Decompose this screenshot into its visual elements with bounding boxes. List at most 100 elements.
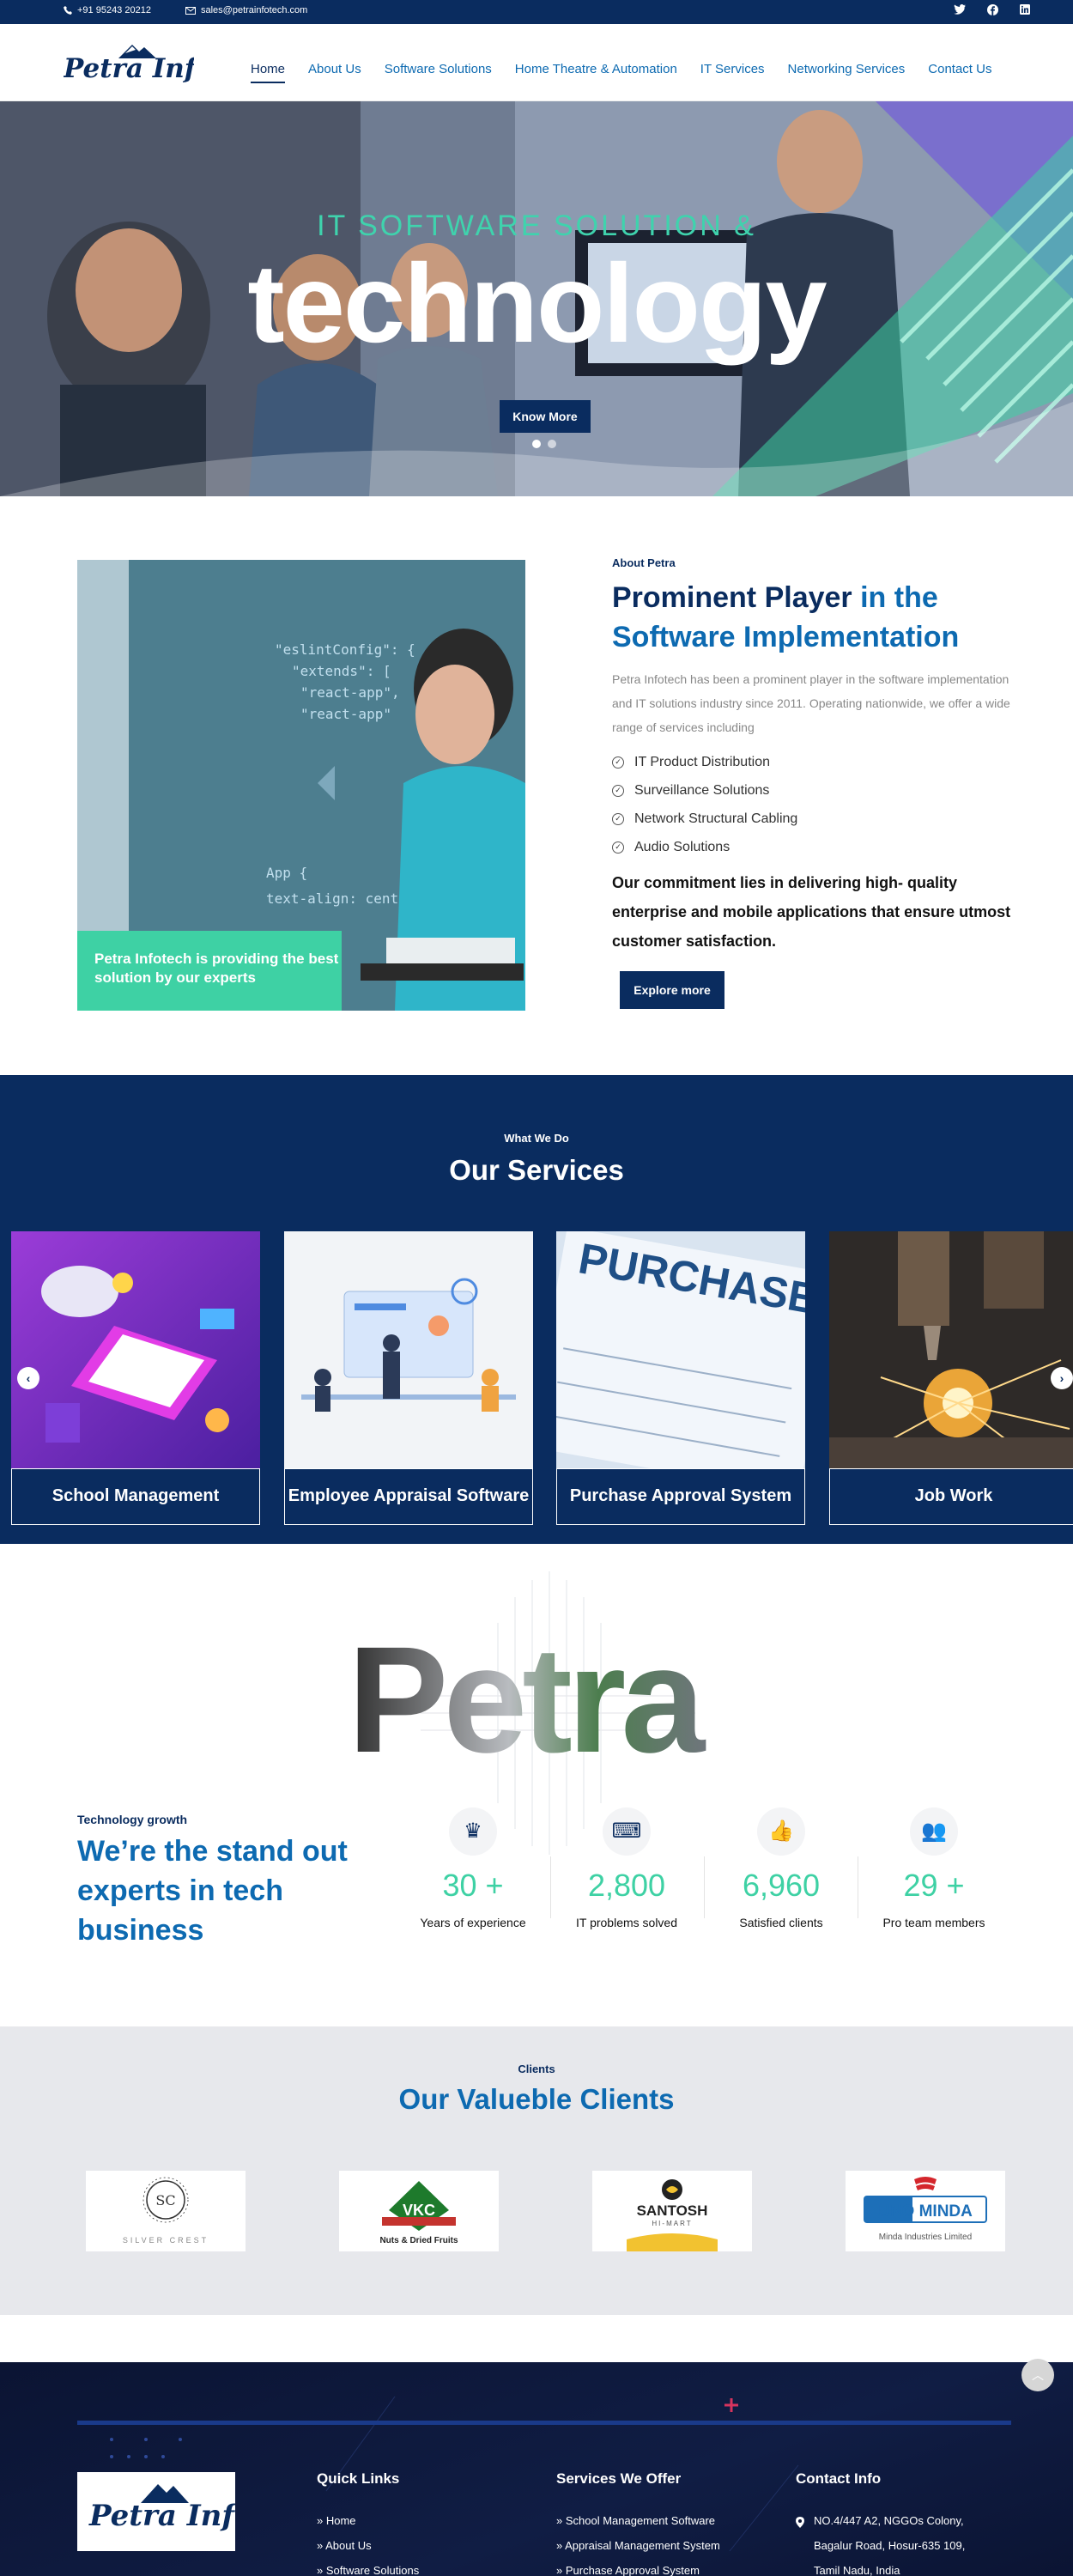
footer-link-about[interactable]: » About Us bbox=[317, 2533, 419, 2558]
slider-dot-2[interactable] bbox=[548, 440, 556, 448]
svg-text:Petra Infotech: Petra Infotech bbox=[88, 2499, 235, 2533]
svg-text:Petra: Petra bbox=[348, 1638, 706, 1767]
footer-link-software[interactable]: » Software Solutions bbox=[317, 2558, 419, 2576]
list-item: ✓ Audio Solutions bbox=[612, 833, 1015, 861]
code-laptop-icon: ⌨ bbox=[603, 1807, 651, 1856]
service-card-purchase-approval[interactable]: PURCHASE ORDER Purchase Approval System bbox=[528, 1226, 985, 1525]
footer-link-school[interactable]: » School Management Software bbox=[556, 2508, 720, 2533]
clients-title: Our Valueble Clients bbox=[398, 2083, 675, 2115]
stat-team: 👥 29 + Pro team members bbox=[865, 1807, 1003, 1929]
know-more-button[interactable]: Know More bbox=[500, 400, 591, 433]
explore-more-button[interactable]: Explore more bbox=[620, 971, 724, 1009]
services-offer-title: Services We Offer bbox=[556, 2470, 682, 2487]
thumbs-up-icon: 👍 bbox=[757, 1807, 805, 1856]
nav-contact-us[interactable]: Contact Us bbox=[928, 62, 991, 83]
footer-link-appraisal[interactable]: » Appraisal Management System bbox=[556, 2533, 720, 2558]
about-heading: Prominent Player in the Software Impleme… bbox=[612, 578, 1015, 657]
footer-link-label: About Us bbox=[325, 2539, 372, 2552]
nav-software-solutions[interactable]: Software Solutions bbox=[385, 62, 492, 83]
list-item: ✓ Network Structural Cabling bbox=[612, 805, 1015, 833]
services-section: What We Do Our Services School Managemen… bbox=[0, 1075, 1073, 1544]
client-logo-silver-crest: SC SILVER CREST bbox=[86, 2171, 246, 2251]
phone-icon bbox=[64, 6, 72, 15]
mail-icon bbox=[185, 6, 196, 15]
address-line: NO.4/447 A2, NGGOs Colony, bbox=[814, 2514, 964, 2527]
clients-kicker: Clients bbox=[518, 2063, 555, 2075]
check-circle-icon: ✓ bbox=[612, 812, 624, 825]
nav-networking-services[interactable]: Networking Services bbox=[788, 62, 906, 83]
about-kicker: About Petra bbox=[612, 556, 676, 569]
site-footer: Petra Infotech Quick Links » Home » Abou… bbox=[0, 2362, 1073, 2576]
carousel-next-button[interactable]: › bbox=[1051, 1367, 1073, 1389]
stat-label: Years of experience bbox=[420, 1916, 526, 1929]
about-content: About Petra Prominent Player in the Soft… bbox=[612, 556, 1015, 956]
list-item: ✓ Surveillance Solutions bbox=[612, 776, 1015, 805]
purchase-order-image: PURCHASE ORDER bbox=[528, 1226, 985, 1495]
services-kicker: What We Do bbox=[504, 1132, 569, 1145]
service-card-job-work[interactable]: Job Work bbox=[829, 1231, 1073, 1525]
code-glyph-1: "eslintConfig": { bbox=[275, 641, 415, 658]
phone-contact[interactable]: +91 95243 20212 bbox=[64, 5, 151, 15]
stat-clients: 👍 6,960 Satisfied clients bbox=[712, 1807, 850, 1929]
footer-link-home[interactable]: » Home bbox=[317, 2508, 419, 2533]
growth-kicker: Technology growth bbox=[77, 1813, 188, 1826]
svg-text:Minda Industries Limited: Minda Industries Limited bbox=[879, 2233, 972, 2242]
service-card-title: Job Work bbox=[829, 1468, 1073, 1525]
site-logo[interactable]: Petra Infotech bbox=[63, 39, 278, 89]
twitter-icon[interactable] bbox=[953, 4, 967, 18]
service-card-title: Employee Appraisal Software bbox=[284, 1468, 533, 1525]
stat-years: ♛ 30 + Years of experience bbox=[404, 1807, 542, 1929]
footer-link-label: School Management Software bbox=[565, 2514, 715, 2527]
slider-dot-1[interactable] bbox=[532, 440, 541, 448]
stat-divider bbox=[550, 1856, 551, 1918]
carousel-prev-button[interactable]: ‹ bbox=[17, 1367, 39, 1389]
social-links bbox=[953, 4, 1032, 18]
footer-link-label: Home bbox=[325, 2514, 356, 2527]
svg-text:SILVER CREST: SILVER CREST bbox=[123, 2236, 209, 2245]
stat-number: 6,960 bbox=[742, 1868, 821, 1903]
hero-title: technology bbox=[247, 240, 827, 366]
list-item-label: Surveillance Solutions bbox=[634, 783, 770, 798]
footer-logo[interactable]: Petra Infotech bbox=[77, 2472, 324, 2551]
hero-slider: IT SOFTWARE SOLUTION & technology Know M… bbox=[0, 101, 1073, 496]
stat-number: 29 + bbox=[903, 1868, 965, 1903]
svg-text:HI-MART: HI-MART bbox=[652, 2220, 692, 2227]
footer-link-label: Software Solutions bbox=[325, 2564, 420, 2576]
svg-text:UNO MINDA: UNO MINDA bbox=[878, 2202, 973, 2221]
svg-text:Nuts & Dried Fruits: Nuts & Dried Fruits bbox=[379, 2236, 458, 2245]
check-circle-icon: ✓ bbox=[612, 756, 624, 769]
svg-text:SC: SC bbox=[155, 2192, 175, 2208]
crown-icon: ♛ bbox=[449, 1807, 497, 1856]
email-contact[interactable]: sales@petrainfotech.com bbox=[185, 5, 307, 15]
stat-number: 2,800 bbox=[587, 1868, 666, 1903]
logo-wordmark: Petra Infotech bbox=[64, 53, 194, 84]
nav-it-services[interactable]: IT Services bbox=[700, 62, 765, 83]
footer-link-purchase[interactable]: » Purchase Approval System bbox=[556, 2558, 720, 2576]
code-glyph-4: "react-app" bbox=[300, 706, 391, 722]
linkedin-icon[interactable] bbox=[1018, 4, 1032, 18]
location-pin-icon bbox=[796, 2517, 804, 2528]
top-bar: +91 95243 20212 sales@petrainfotech.com bbox=[0, 0, 1073, 24]
site-header: Petra Infotech Home About Us Software So… bbox=[0, 24, 1073, 101]
stat-label: IT problems solved bbox=[575, 1916, 677, 1929]
services-offer-list: » School Management Software » Appraisal… bbox=[556, 2508, 720, 2576]
client-logo-vkc: VKC Nuts & Dried Fruits bbox=[339, 2171, 499, 2251]
check-circle-icon: ✓ bbox=[612, 841, 624, 854]
contact-address: NO.4/447 A2, NGGOs Colony, Bagalur Road,… bbox=[814, 2508, 1003, 2576]
service-card-school-management[interactable]: School Management bbox=[11, 1231, 260, 1525]
about-heading-dark: Prominent Player bbox=[612, 581, 852, 614]
service-card-title: Purchase Approval System bbox=[556, 1468, 805, 1525]
footer-link-label: Appraisal Management System bbox=[565, 2539, 720, 2552]
client-logo-santosh: SANTOSH HI-MART bbox=[592, 2171, 752, 2251]
stat-problems: ⌨ 2,800 IT problems solved bbox=[558, 1807, 695, 1929]
about-commitment: Our commitment lies in delivering high- … bbox=[612, 874, 1011, 950]
scroll-to-top-button[interactable]: ︿ bbox=[1021, 2359, 1054, 2391]
nav-home[interactable]: Home bbox=[251, 62, 286, 83]
employee-appraisal-image bbox=[284, 1231, 533, 1468]
address-line: Tamil Nadu, India bbox=[814, 2564, 900, 2576]
nav-home-theatre-automation[interactable]: Home Theatre & Automation bbox=[515, 62, 677, 83]
service-card-employee-appraisal[interactable]: Employee Appraisal Software bbox=[284, 1231, 533, 1525]
facebook-icon[interactable] bbox=[985, 4, 999, 18]
job-work-image bbox=[829, 1231, 1073, 1469]
nav-about-us[interactable]: About Us bbox=[308, 62, 361, 83]
